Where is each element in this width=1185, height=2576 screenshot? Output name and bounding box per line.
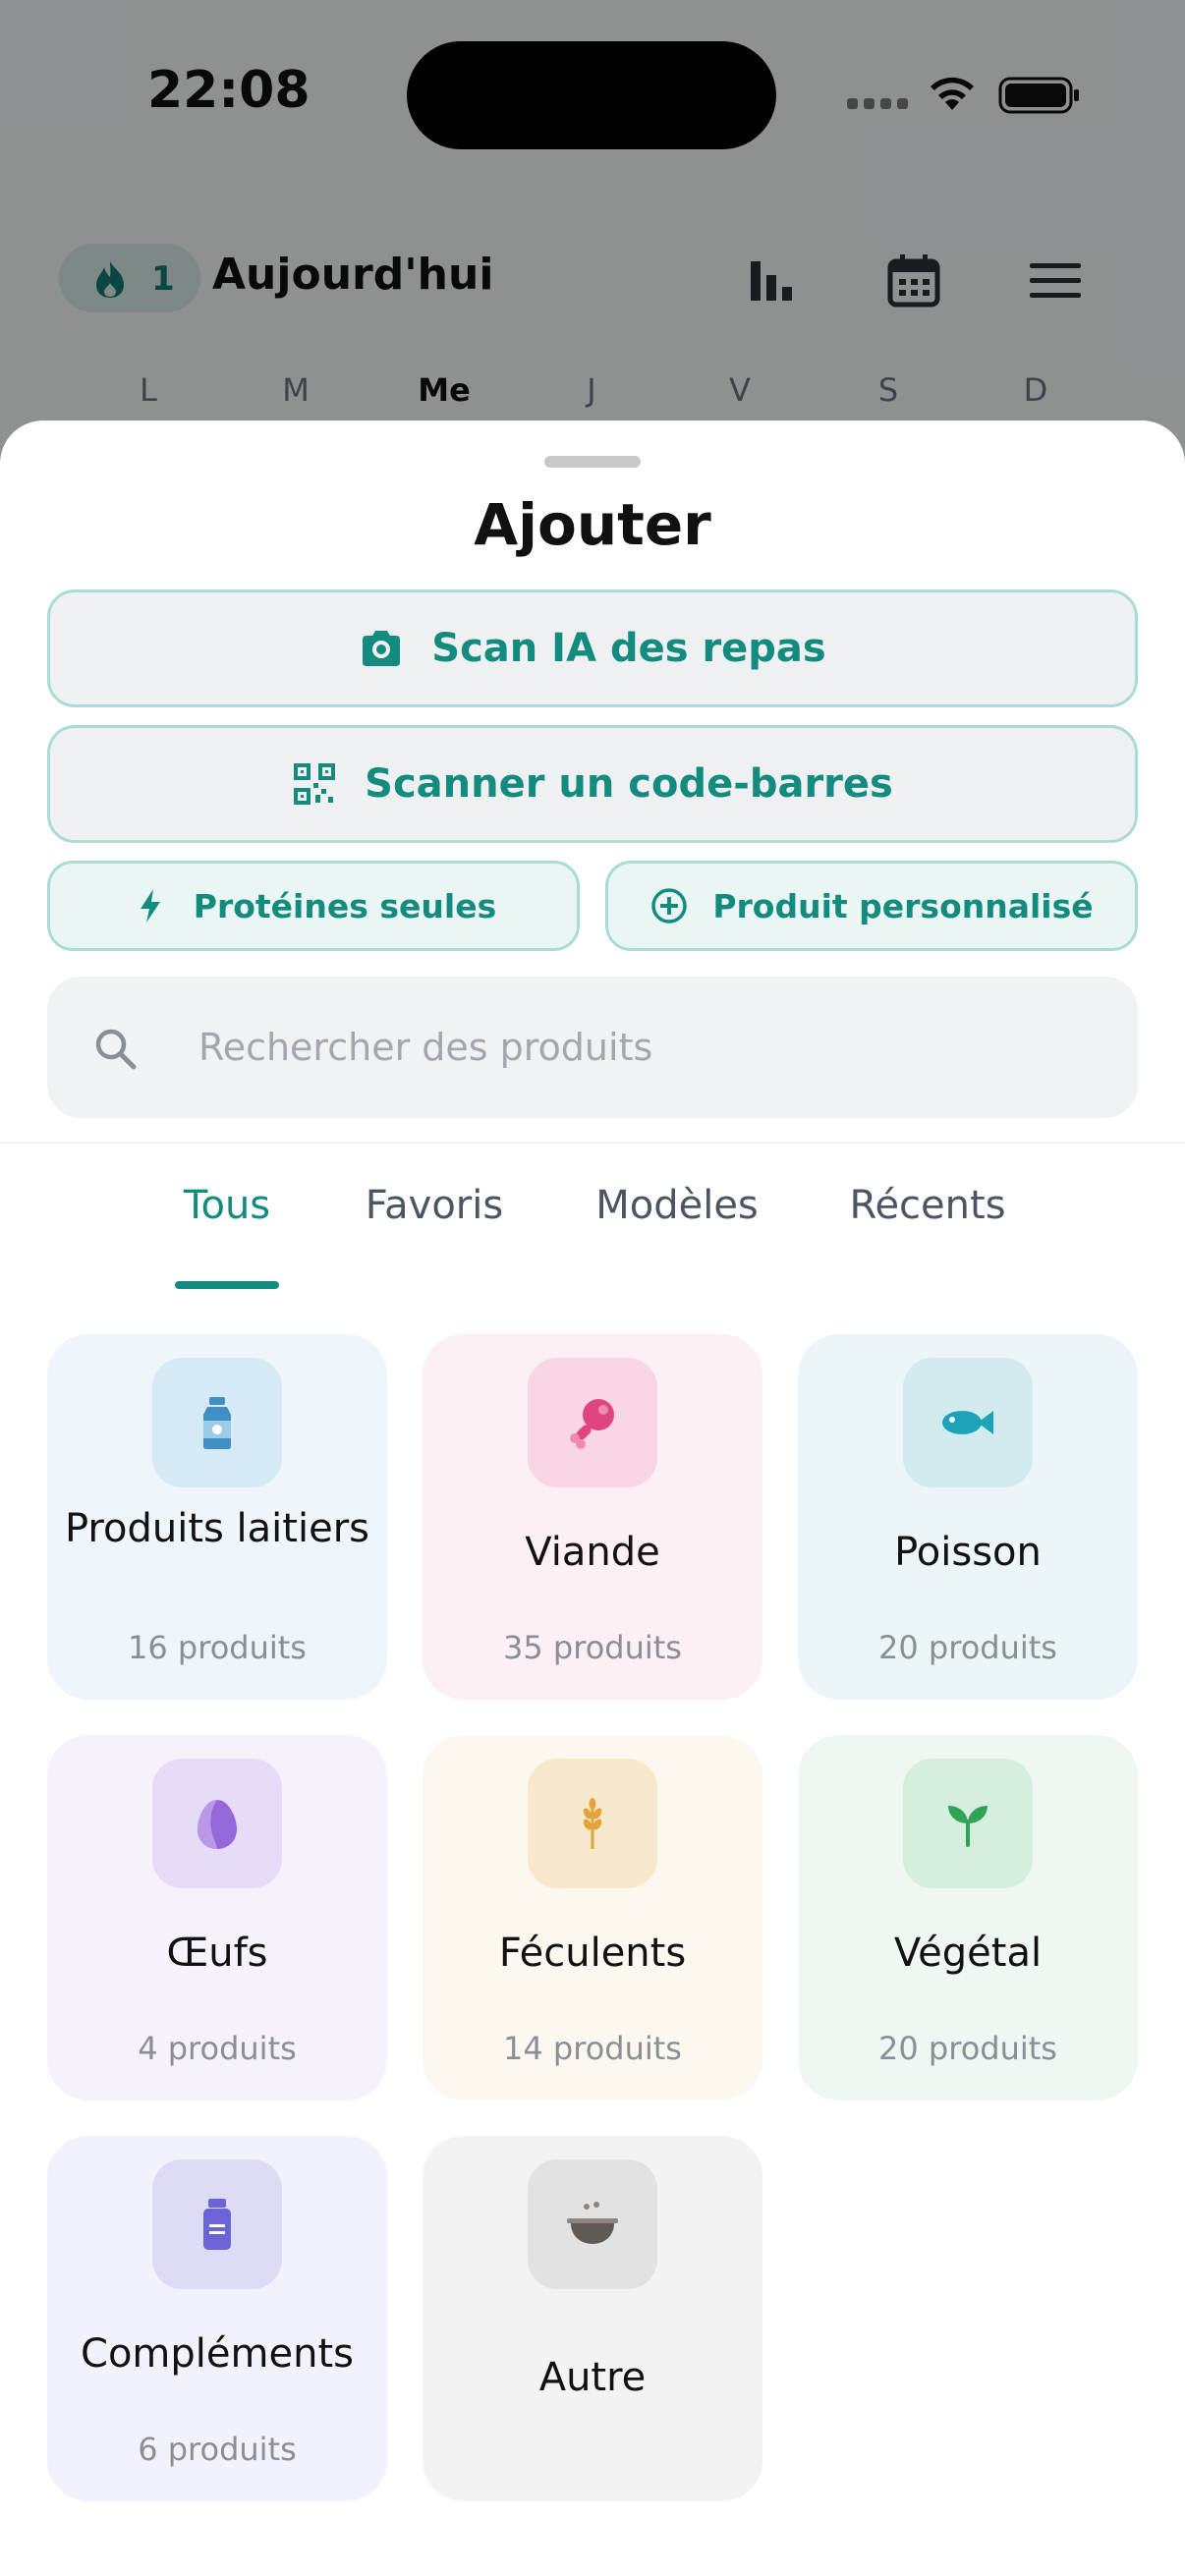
tab-label: Récents: [849, 1183, 1006, 1228]
category-card-meat[interactable]: Viande 35 produits: [423, 1334, 762, 1700]
category-card-fish[interactable]: Poisson 20 produits: [798, 1334, 1138, 1700]
category-card-supplements[interactable]: Compléments 6 produits: [47, 2136, 387, 2501]
modal-backdrop[interactable]: [0, 0, 1185, 462]
category-name: Autre: [538, 2355, 647, 2400]
qr-code-icon: [294, 763, 336, 805]
category-icon-tile: [528, 1759, 657, 1888]
category-count: 20 produits: [878, 2030, 1057, 2067]
sprout-icon: [948, 1806, 988, 1847]
milk-bottle-icon: [203, 1397, 231, 1449]
search-input[interactable]: [198, 1012, 1083, 1083]
drumstick-icon: [570, 1399, 614, 1449]
category-card-plant[interactable]: Végétal 20 produits: [798, 1735, 1138, 2100]
scan-barcode-label: Scanner un code-barres: [365, 761, 893, 807]
active-tab-indicator: [175, 1281, 279, 1289]
category-name: Compléments: [81, 2331, 354, 2377]
category-icon-tile: [152, 2159, 282, 2289]
sheet-drag-handle[interactable]: [544, 456, 641, 468]
tab-recents[interactable]: Récents: [849, 1183, 1006, 1281]
category-name: Végétal: [893, 1931, 1043, 1976]
category-count: 14 produits: [503, 2030, 682, 2067]
category-icon-tile: [528, 1358, 657, 1487]
bowl-icon: [567, 2202, 618, 2244]
category-icon-tile: [152, 1759, 282, 1888]
category-card-other[interactable]: Autre: [423, 2136, 762, 2501]
category-card-starches[interactable]: Féculents 14 produits: [423, 1735, 762, 2100]
category-count: 20 produits: [878, 1629, 1057, 1666]
supplement-jar-icon: [203, 2199, 231, 2250]
category-card-dairy[interactable]: Produits laitiers 16 produits: [47, 1334, 387, 1700]
category-icon-tile: [903, 1358, 1033, 1487]
category-icon-tile: [528, 2159, 657, 2289]
tab-favorites[interactable]: Favoris: [364, 1183, 505, 1281]
category-icon-tile: [903, 1759, 1033, 1888]
search-icon: [95, 1029, 137, 1070]
plus-circle-icon: [651, 888, 688, 924]
add-sheet: Ajouter Scan IA des repas Scanner un cod…: [0, 420, 1185, 2576]
category-name: Produits laitiers: [65, 1506, 369, 1551]
scan-ai-label: Scan IA des repas: [431, 626, 826, 671]
lightning-icon: [140, 889, 160, 923]
custom-product-label: Produit personnalisé: [712, 886, 1094, 925]
sheet-title: Ajouter: [474, 491, 711, 558]
category-count: 35 produits: [503, 1629, 682, 1666]
wheat-icon: [583, 1798, 602, 1849]
tab-all[interactable]: Tous: [175, 1183, 279, 1289]
tab-label: Tous: [183, 1183, 271, 1228]
fish-icon: [942, 1411, 993, 1434]
protein-only-label: Protéines seules: [193, 886, 497, 925]
category-name: Viande: [525, 1530, 660, 1575]
protein-only-button[interactable]: Protéines seules: [47, 861, 580, 951]
divider: [0, 1142, 1185, 1144]
search-box[interactable]: [47, 977, 1138, 1118]
tab-label: Modèles: [595, 1183, 759, 1228]
category-name: Œufs: [166, 1931, 268, 1976]
tab-bar: Tous Favoris Modèles Récents: [0, 1183, 1185, 1301]
egg-icon: [198, 1800, 237, 1849]
category-name: Poisson: [894, 1530, 1042, 1575]
tab-templates[interactable]: Modèles: [592, 1183, 762, 1281]
category-count: 16 produits: [128, 1629, 307, 1666]
category-card-eggs[interactable]: Œufs 4 produits: [47, 1735, 387, 2100]
category-icon-tile: [152, 1358, 282, 1487]
camera-icon: [363, 631, 401, 666]
category-count: 6 produits: [138, 2431, 297, 2468]
category-count: 4 produits: [138, 2030, 297, 2067]
category-name: Féculents: [498, 1931, 687, 1976]
scan-ai-button[interactable]: Scan IA des repas: [47, 589, 1138, 707]
custom-product-button[interactable]: Produit personnalisé: [605, 861, 1138, 951]
tab-label: Favoris: [365, 1183, 504, 1228]
scan-barcode-button[interactable]: Scanner un code-barres: [47, 725, 1138, 843]
